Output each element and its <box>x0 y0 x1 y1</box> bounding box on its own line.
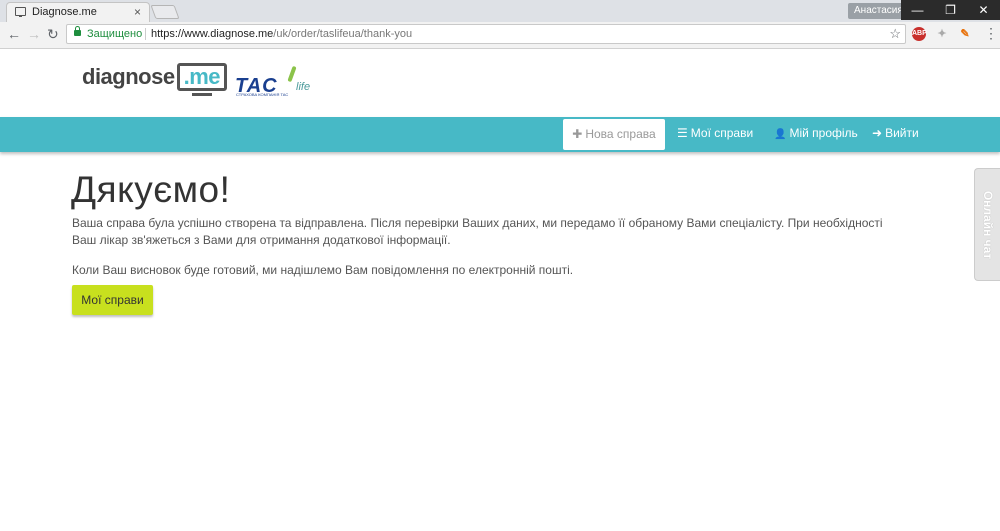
tab-title: Diagnose.me <box>32 6 97 18</box>
nav-new-case[interactable]: ✚ Нова справа <box>563 119 665 150</box>
forward-icon[interactable]: → <box>27 26 41 42</box>
back-icon[interactable]: ← <box>7 26 21 42</box>
extension-icon[interactable]: ✎ <box>958 27 972 41</box>
success-message-line2: Ваш лікар зв'яжеться з Вами для отриманн… <box>72 233 451 247</box>
minimize-button[interactable]: — <box>901 0 934 20</box>
address-separator <box>145 28 146 40</box>
nav-my-cases[interactable]: ☰ Мої справи <box>677 126 753 140</box>
browser-menu-icon[interactable]: ⋮ <box>984 25 998 42</box>
my-cases-button[interactable]: Мої справи <box>72 285 153 315</box>
logout-icon: ➜ <box>872 126 883 140</box>
diagnose-logo[interactable]: diagnose .me <box>82 63 227 96</box>
logo-text: diagnose <box>82 64 175 89</box>
nav-label: Мої справи <box>690 126 754 140</box>
new-tab-button[interactable] <box>150 5 180 19</box>
tas-life-text: life <box>296 81 311 93</box>
url-host: https://www.diagnose.me <box>151 28 274 40</box>
restore-button[interactable]: ❐ <box>934 0 967 20</box>
page: diagnose .me TAC СТРАХОВА КОМПАНІЯ ТАС li… <box>0 49 1000 531</box>
profile-badge[interactable]: Анастасия <box>848 3 909 19</box>
monitor-icon <box>15 7 26 17</box>
plus-icon: ✚ <box>572 127 583 141</box>
url-text[interactable]: https://www.diagnose.me/uk/order/taslife… <box>151 28 412 40</box>
address-bar[interactable]: Защищено https://www.diagnose.me/uk/orde… <box>66 24 906 44</box>
url-path: /uk/order/taslifeua/thank-you <box>273 28 413 40</box>
abp-icon[interactable]: ABP <box>912 27 927 41</box>
browser-tab[interactable]: Diagnose.me × <box>6 2 150 22</box>
nav-label: Вийти <box>885 126 919 140</box>
browser-toolbar: ← → ↻ Защищено https://www.diagnose.me/u… <box>0 22 1000 49</box>
online-chat-tab[interactable]: Онлайн чат <box>974 168 1000 281</box>
reload-icon[interactable]: ↻ <box>47 26 59 43</box>
main-navbar: ✚ Нова справа ☰ Мої справи 👤 Мій профіль ➜ В… <box>0 117 1000 152</box>
nav-label: Мій профіль <box>789 126 858 140</box>
lock-icon <box>74 26 81 36</box>
list-icon: ☰ <box>677 126 688 140</box>
chat-label: Онлайн чат <box>980 190 995 259</box>
logo-monitor: .me <box>176 63 227 96</box>
close-window-button[interactable]: ✕ <box>967 0 1000 20</box>
nav-label: Нова справа <box>585 127 656 141</box>
tab-close-icon[interactable]: × <box>134 5 141 19</box>
tas-swoosh-icon <box>287 65 297 83</box>
nav-my-profile[interactable]: 👤 Мій профіль <box>774 126 858 140</box>
nav-logout[interactable]: ➜ Вийти <box>872 126 919 140</box>
dropbox-icon[interactable]: ✦ <box>935 27 949 41</box>
page-title: Дякуємо! <box>71 169 231 210</box>
secure-label[interactable]: Защищено <box>87 28 142 40</box>
bookmark-star-icon[interactable]: ☆ <box>889 26 901 42</box>
tas-tagline: СТРАХОВА КОМПАНІЯ ТАС <box>236 92 289 97</box>
email-notice: Коли Ваш висновок буде готовий, ми надіш… <box>72 263 574 277</box>
browser-titlebar: Diagnose.me × Анастасия — ❐ ✕ <box>0 0 1000 22</box>
user-icon: 👤 <box>774 129 787 140</box>
success-message-line1: Ваша справа була успішно створена та від… <box>72 216 883 230</box>
